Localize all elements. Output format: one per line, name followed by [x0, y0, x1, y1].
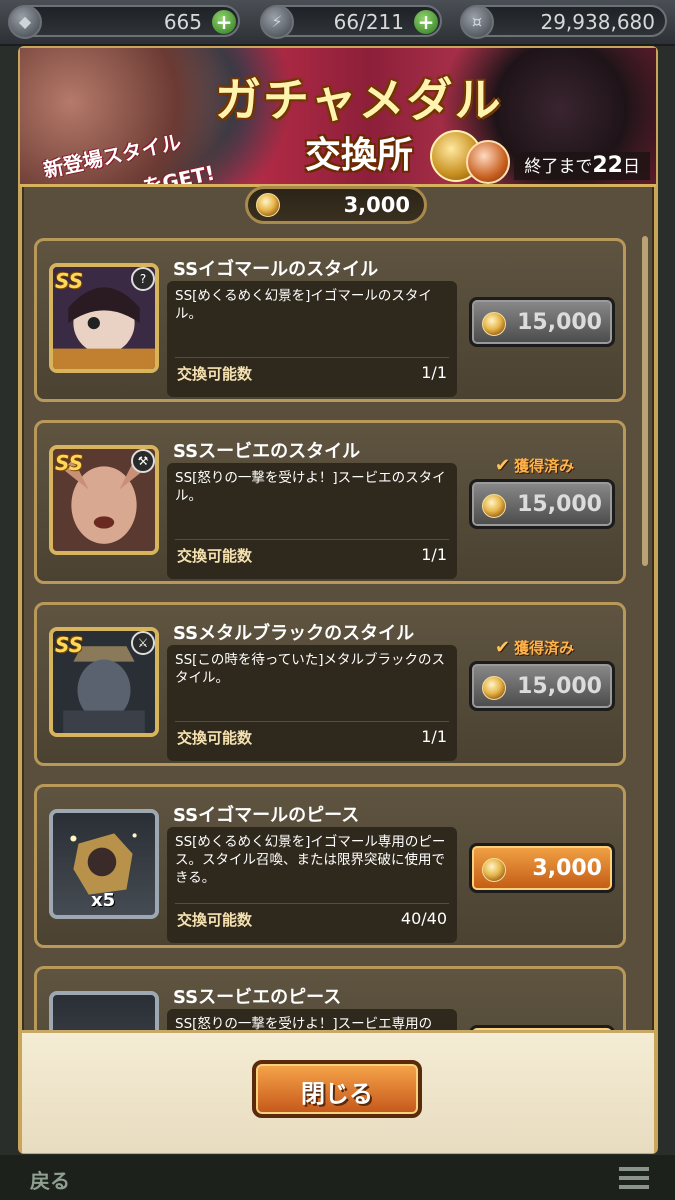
add-gems-button[interactable]: + — [212, 10, 236, 34]
exchange-count-label: 交換可能数 — [177, 729, 253, 747]
item-name: SSメタルブラックのスタイル — [173, 623, 415, 644]
piece-thumbnail[interactable] — [49, 991, 159, 1030]
exchange-button[interactable]: 15,000 — [469, 661, 615, 711]
medal-icon — [256, 193, 280, 217]
gold-counter: ¤ 29,938,680 — [460, 5, 667, 39]
divider — [175, 721, 449, 722]
medal-icon — [482, 676, 506, 700]
gold-coin-icon: ¤ — [460, 5, 494, 39]
gems-value: 665 — [163, 10, 202, 34]
divider — [175, 357, 449, 358]
item-description: SS[この時を待っていた]メタルブラックのスタイル。 — [175, 652, 445, 686]
acquired-badge: ✔ 獲得済み — [495, 637, 574, 658]
exchange-button[interactable]: 15,000 — [469, 297, 615, 347]
stamina-icon: ⚡ — [260, 5, 294, 39]
exchange-count: 1/1 — [421, 363, 447, 382]
exchange-item[interactable]: SS ? SSイゴマールのスタイル SS[めくるめく幻景を]イゴマールのスタイル… — [34, 238, 626, 402]
style-type-icon: ⚔ — [131, 631, 155, 655]
event-banner: ガチャメダル 交換所 新登場スタイル をGET! 終了まで22日 — [20, 48, 656, 187]
style-thumbnail[interactable]: SS ⚒ — [49, 445, 159, 555]
stamina-value: 66/211 — [333, 10, 404, 34]
remaining-suffix: 日 — [623, 157, 640, 177]
exchange-button[interactable]: 3,000 — [469, 843, 615, 893]
medal-icon — [482, 494, 506, 518]
remaining-days-value: 22 — [592, 153, 623, 178]
exchange-count-label: 交換可能数 — [177, 547, 253, 565]
item-description: SS[怒りの一撃を受けよ！]スービエのスタイル。 — [175, 470, 446, 504]
style-thumbnail[interactable]: SS ? — [49, 263, 159, 373]
style-type-icon: ? — [131, 267, 155, 291]
exchange-button[interactable]: 15,000 — [469, 479, 615, 529]
medal-balance-value: 3,000 — [343, 193, 410, 217]
medal-icon — [466, 140, 510, 184]
item-description: SS[めくるめく幻景を]イゴマールのスタイル。 — [175, 288, 432, 322]
footer-bar: 戻る — [0, 1155, 675, 1200]
acquired-badge: ✔ 獲得済み — [495, 455, 574, 476]
price-value: 15,000 — [517, 492, 602, 517]
acquired-label: 獲得済み — [514, 639, 575, 657]
list-scrollbar[interactable] — [642, 236, 648, 566]
price-value: 3,000 — [532, 856, 602, 881]
banner-title: ガチャメダル — [215, 73, 503, 127]
close-button-label: 閉じる — [301, 1080, 373, 1108]
top-resource-bar: ◆ 665 + ⚡ 66/211 + ¤ 29,938,680 — [0, 0, 675, 46]
style-type-icon: ⚒ — [131, 449, 155, 473]
item-description: SS[めくるめく幻景を]イゴマール専用のピース。スタイル召喚、または限界突破に使… — [175, 834, 446, 886]
acquired-label: 獲得済み — [514, 457, 575, 475]
stamina-counter: ⚡ 66/211 + — [260, 5, 442, 39]
remaining-days: 終了まで22日 — [514, 152, 650, 180]
exchange-count: 1/1 — [421, 727, 447, 746]
exchange-count-label: 交換可能数 — [177, 911, 253, 929]
exchange-count: 40/40 — [400, 909, 447, 928]
medal-icon — [482, 858, 506, 882]
medal-icon — [482, 312, 506, 336]
ss-rank-label: SS — [55, 269, 84, 293]
item-name: SSスービエのスタイル — [173, 441, 361, 462]
ss-rank-label: SS — [55, 451, 84, 475]
item-name: SSイゴマールのピース — [173, 805, 360, 826]
banner-promo-line2: をGET! — [140, 160, 217, 187]
piece-thumbnail[interactable]: x5 — [49, 809, 159, 919]
exchange-item[interactable]: SSスービエのピース SS[怒りの一撃を受けよ！]スービエ専用の — [34, 966, 626, 1030]
exchange-count: 1/1 — [421, 545, 447, 564]
exchange-count-label: 交換可能数 — [177, 365, 253, 383]
item-name: SSスービエのピース — [173, 987, 342, 1008]
checkmark-icon: ✔ — [495, 455, 511, 476]
divider — [175, 539, 449, 540]
back-button[interactable]: 戻る — [30, 1165, 70, 1194]
banner-subtitle: 交換所 — [305, 135, 414, 176]
style-thumbnail[interactable]: SS ⚔ — [49, 627, 159, 737]
close-button[interactable]: 閉じる — [252, 1060, 422, 1118]
item-description-box: SS[怒りの一撃を受けよ！]スービエ専用の — [167, 1009, 457, 1030]
divider — [175, 903, 449, 904]
item-description-box: SS[めくるめく幻景を]イゴマールのスタイル。 交換可能数 1/1 — [167, 281, 457, 397]
checkmark-icon: ✔ — [495, 637, 511, 658]
item-description-box: SS[この時を待っていた]メタルブラックのスタイル。 交換可能数 1/1 — [167, 645, 457, 761]
menu-icon[interactable] — [619, 1167, 649, 1189]
exchange-list[interactable]: SS ? SSイゴマールのスタイル SS[めくるめく幻景を]イゴマールのスタイル… — [34, 234, 630, 1030]
ss-rank-label: SS — [55, 633, 84, 657]
price-value: 15,000 — [517, 310, 602, 335]
item-description-box: SS[めくるめく幻景を]イゴマール専用のピース。スタイル召喚、または限界突破に使… — [167, 827, 457, 943]
remaining-prefix: 終了まで — [524, 157, 593, 177]
gems-counter: ◆ 665 + — [8, 5, 240, 39]
gem-icon: ◆ — [8, 5, 42, 39]
exchange-item[interactable]: SS ⚒ SSスービエのスタイル ✔ 獲得済み SS[怒りの一撃を受けよ！]スービ… — [34, 420, 626, 584]
price-value: 15,000 — [517, 674, 602, 699]
item-description: SS[怒りの一撃を受けよ！]スービエ専用の — [175, 1016, 433, 1030]
item-description-box: SS[怒りの一撃を受けよ！]スービエのスタイル。 交換可能数 1/1 — [167, 463, 457, 579]
exchange-item[interactable]: SS ⚔ SSメタルブラックのスタイル ✔ 獲得済み SS[この時を待っていた]メ… — [34, 602, 626, 766]
medal-balance: 3,000 — [245, 186, 427, 224]
exchange-item[interactable]: x5 SSイゴマールのピース SS[めくるめく幻景を]イゴマール専用のピース。ス… — [34, 784, 626, 948]
add-stamina-button[interactable]: + — [414, 10, 438, 34]
item-name: SSイゴマールのスタイル — [173, 259, 379, 280]
gold-value: 29,938,680 — [540, 10, 655, 34]
piece-quantity: x5 — [91, 890, 116, 911]
